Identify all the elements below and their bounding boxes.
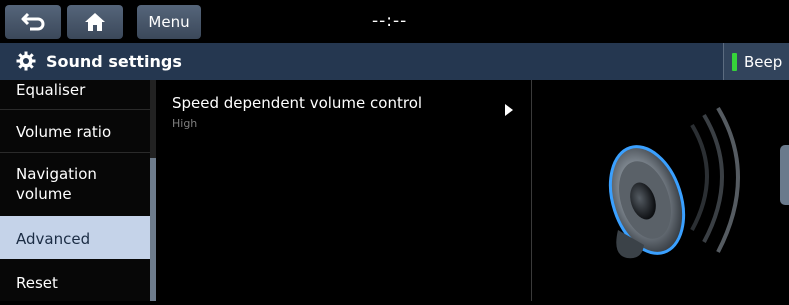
setting-value: High xyxy=(172,117,198,130)
sidebar: Equaliser Volume ratio Navigation volume… xyxy=(0,80,150,301)
speaker-icon xyxy=(608,106,740,259)
sidebar-item-navigation-volume[interactable]: Navigation volume xyxy=(0,153,150,215)
side-panel-handle[interactable] xyxy=(780,145,789,205)
speaker-artwork xyxy=(532,80,789,301)
clock: --:-- xyxy=(372,11,408,31)
sidebar-item-label: Reset xyxy=(16,274,58,292)
top-bar: Menu --:-- xyxy=(0,0,789,43)
home-icon xyxy=(85,13,105,31)
settings-list: Speed dependent volume control High xyxy=(156,80,531,301)
beep-indicator xyxy=(732,52,737,71)
sidebar-item-label: Navigation volume xyxy=(16,165,97,203)
sidebar-item-label: Equaliser xyxy=(16,81,86,99)
sidebar-item-equaliser[interactable]: Equaliser xyxy=(0,80,150,109)
setting-row-speed-volume[interactable]: Speed dependent volume control High xyxy=(156,80,531,140)
menu-button[interactable]: Menu xyxy=(137,5,201,39)
beep-label: Beep xyxy=(744,52,783,71)
setting-title: Speed dependent volume control xyxy=(172,94,423,112)
home-button[interactable] xyxy=(67,5,123,39)
sidebar-item-label: Volume ratio xyxy=(16,123,112,141)
menu-label: Menu xyxy=(148,13,190,31)
back-button[interactable] xyxy=(5,5,61,39)
sidebar-item-label: Advanced xyxy=(16,230,91,248)
page-title: Sound settings xyxy=(46,52,182,71)
chevron-right-icon xyxy=(505,104,513,116)
sidebar-item-advanced[interactable]: Advanced xyxy=(0,216,150,259)
back-arrow-icon xyxy=(21,12,45,31)
page-header: Sound settings xyxy=(0,43,789,80)
gear-icon xyxy=(16,51,36,71)
sidebar-item-reset[interactable]: Reset xyxy=(0,260,150,301)
beep-toggle[interactable]: Beep xyxy=(723,43,789,80)
sidebar-item-volume-ratio[interactable]: Volume ratio xyxy=(0,110,150,152)
